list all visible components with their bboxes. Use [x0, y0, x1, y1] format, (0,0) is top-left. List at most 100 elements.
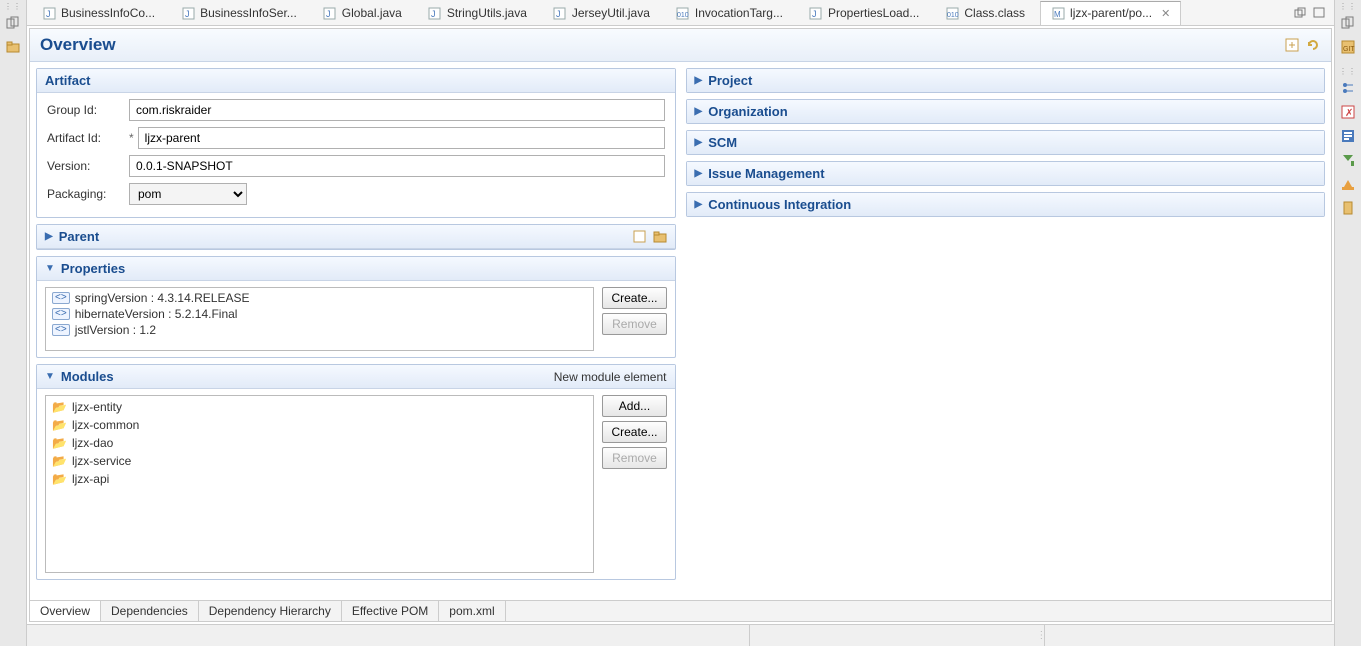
class-file-icon: 010: [945, 6, 959, 20]
parent-section: ▶ Parent: [36, 224, 676, 250]
java-file-icon: J: [42, 6, 56, 20]
organization-section: ▶Organization: [686, 99, 1326, 124]
modules-header[interactable]: ▼ Modules New module element: [37, 365, 675, 389]
open-parent-icon[interactable]: [1285, 38, 1300, 53]
folder-icon: 📂: [52, 436, 67, 450]
select-parent-icon[interactable]: [653, 230, 667, 244]
java-file-icon: J: [809, 6, 823, 20]
properties-section: ▼ Properties <>springVersion : 4.3.14.RE…: [36, 256, 676, 358]
bookmark-icon[interactable]: [1340, 200, 1356, 216]
minimap-icon[interactable]: [1340, 128, 1356, 144]
issue-management-header[interactable]: ▶Issue Management: [687, 162, 1325, 185]
section-title: Parent: [59, 229, 99, 244]
modules-section: ▼ Modules New module element 📂ljzx-entit…: [36, 364, 676, 580]
maximize-icon[interactable]: [1313, 7, 1326, 19]
tab-label: Global.java: [342, 6, 402, 20]
expand-icon[interactable]: ▶: [695, 199, 703, 210]
property-icon: <>: [52, 324, 70, 336]
tab-stringutils[interactable]: J StringUtils.java: [417, 1, 538, 25]
tab-businessinfoser[interactable]: J BusinessInfoSer...: [170, 1, 308, 25]
artifact-id-input[interactable]: [138, 127, 665, 149]
tab-propertiesload[interactable]: J PropertiesLoad...: [798, 1, 930, 25]
overview-header: Overview: [30, 29, 1331, 62]
section-title: Artifact: [45, 73, 91, 88]
drag-handle-icon[interactable]: ⋮⋮: [1339, 67, 1357, 76]
svg-text:M: M: [1054, 10, 1061, 19]
restore-icon[interactable]: [1294, 7, 1307, 19]
folder-icon: 📂: [52, 418, 67, 432]
collapse-icon[interactable]: ▼: [45, 263, 55, 274]
ci-section: ▶Continuous Integration: [686, 192, 1326, 217]
module-item[interactable]: 📂 ljzx-api: [48, 470, 591, 488]
module-remove-button: Remove: [602, 447, 666, 469]
properties-header[interactable]: ▼ Properties: [37, 257, 675, 281]
bottom-tab-pom-xml[interactable]: pom.xml: [439, 601, 505, 621]
version-input[interactable]: [129, 155, 665, 177]
svg-text:010: 010: [677, 12, 689, 19]
module-item[interactable]: 📂ljzx-common: [48, 416, 591, 434]
tab-businessinfoco[interactable]: J BusinessInfoCo...: [31, 1, 166, 25]
expand-icon[interactable]: ▶: [45, 231, 53, 242]
property-icon: <>: [52, 308, 70, 320]
organization-header[interactable]: ▶Organization: [687, 100, 1325, 123]
module-add-button[interactable]: Add...: [602, 395, 666, 417]
expand-icon[interactable]: ▶: [695, 168, 703, 179]
page-title: Overview: [40, 35, 116, 55]
bottom-tab-overview[interactable]: Overview: [30, 601, 101, 621]
refresh-icon[interactable]: [1306, 38, 1321, 53]
status-cell: [749, 625, 1039, 646]
module-item[interactable]: 📂ljzx-dao: [48, 434, 591, 452]
drag-handle-icon[interactable]: ⋮⋮: [1339, 2, 1357, 11]
folder-icon: 📂: [52, 472, 67, 486]
bottom-tab-dependency-hierarchy[interactable]: Dependency Hierarchy: [199, 601, 342, 621]
java-file-icon: J: [181, 6, 195, 20]
module-create-button[interactable]: Create...: [602, 421, 666, 443]
open-parent-pom-icon[interactable]: [633, 230, 647, 244]
tab-ljzx-parent-pom[interactable]: M ljzx-parent/po... ✕: [1040, 1, 1181, 25]
expand-icon[interactable]: ▶: [695, 137, 703, 148]
group-id-input[interactable]: [129, 99, 665, 121]
project-header[interactable]: ▶Project: [687, 69, 1325, 92]
close-icon[interactable]: ✕: [1161, 7, 1170, 20]
git-icon[interactable]: GIT: [1340, 39, 1356, 55]
tab-jerseyutil[interactable]: J JerseyUtil.java: [542, 1, 661, 25]
artifact-header[interactable]: Artifact: [37, 69, 675, 93]
module-item[interactable]: 📂ljzx-entity: [48, 398, 591, 416]
svg-text:010: 010: [947, 12, 959, 19]
property-item[interactable]: <>jstlVersion : 1.2: [48, 322, 591, 338]
property-item[interactable]: <>springVersion : 4.3.14.RELEASE: [48, 290, 591, 306]
scm-header[interactable]: ▶ SCM: [687, 131, 1325, 154]
module-item[interactable]: 📂ljzx-service: [48, 452, 591, 470]
drag-handle-icon[interactable]: ⋮⋮: [4, 2, 22, 11]
left-toolbar: ⋮⋮: [0, 0, 27, 646]
package-explorer-icon[interactable]: [5, 39, 21, 55]
expand-icon[interactable]: ▶: [695, 75, 703, 86]
packaging-select[interactable]: pom: [129, 183, 247, 205]
run-icon[interactable]: [1340, 152, 1356, 168]
modules-list[interactable]: 📂ljzx-entity 📂ljzx-common 📂ljzx-dao 📂ljz…: [45, 395, 594, 573]
parent-header[interactable]: ▶ Parent: [37, 225, 675, 249]
outline-icon[interactable]: [1340, 80, 1356, 96]
tab-global[interactable]: J Global.java: [312, 1, 413, 25]
property-item[interactable]: <>hibernateVersion : 5.2.14.Final: [48, 306, 591, 322]
scm-section: ▶ SCM: [686, 130, 1326, 155]
property-create-button[interactable]: Create...: [602, 287, 666, 309]
restore-view-icon[interactable]: [1340, 15, 1356, 31]
section-title: SCM: [708, 135, 737, 150]
ci-header[interactable]: ▶Continuous Integration: [687, 193, 1325, 216]
restore-view-icon[interactable]: [5, 15, 21, 31]
bottom-tab-effective-pom[interactable]: Effective POM: [342, 601, 439, 621]
properties-list[interactable]: <>springVersion : 4.3.14.RELEASE <>hiber…: [45, 287, 594, 351]
tab-label: StringUtils.java: [447, 6, 527, 20]
build-icon[interactable]: [1340, 176, 1356, 192]
collapse-icon[interactable]: ▼: [45, 371, 55, 382]
svg-text:✗: ✗: [1345, 108, 1353, 119]
tab-invocationtarg[interactable]: 010 InvocationTarg...: [665, 1, 794, 25]
bottom-tab-dependencies[interactable]: Dependencies: [101, 601, 199, 621]
task-list-icon[interactable]: ✗: [1340, 104, 1356, 120]
expand-icon[interactable]: ▶: [695, 106, 703, 117]
issue-management-section: ▶Issue Management: [686, 161, 1326, 186]
tab-classclass[interactable]: 010 Class.class: [934, 1, 1036, 25]
svg-text:J: J: [431, 9, 436, 19]
module-text: ljzx-api: [72, 472, 109, 486]
